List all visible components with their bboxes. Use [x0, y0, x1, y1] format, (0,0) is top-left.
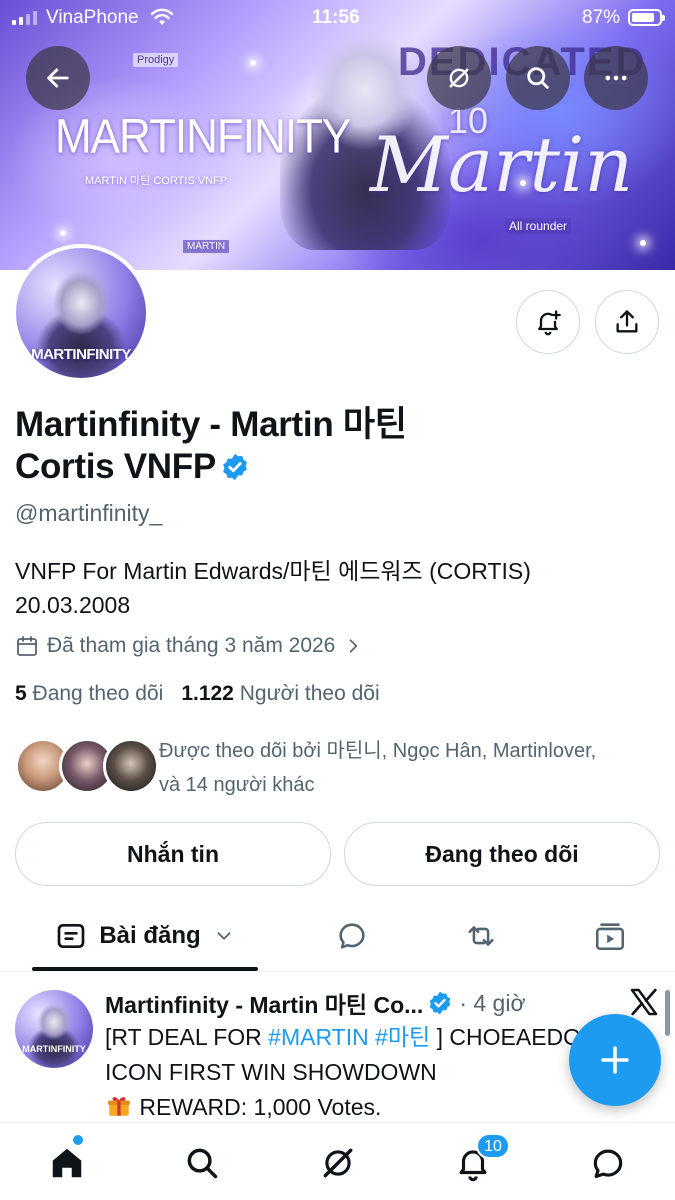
avatar-text: MARTINFINITY	[31, 346, 131, 363]
followed-by-text: Được theo dõi bởi 마틴니, Ngọc Hân, Martinl…	[159, 734, 669, 802]
following-label: Đang theo dõi	[32, 682, 164, 705]
follower-avatar	[103, 738, 159, 794]
search-icon	[527, 67, 549, 89]
share-button[interactable]	[595, 290, 659, 354]
bell-plus-icon	[538, 310, 561, 336]
home-icon	[52, 1148, 82, 1178]
hashtag-link[interactable]: #마틴	[375, 1024, 430, 1050]
posts-icon	[57, 924, 85, 948]
cellular-signal-icon	[12, 11, 37, 25]
tab-posts[interactable]: Bài đăng	[32, 900, 258, 972]
share-icon	[616, 310, 638, 333]
battery-percent: 87%	[582, 7, 621, 28]
tab-replies[interactable]	[330, 914, 374, 958]
joined-date[interactable]: Đã tham gia tháng 3 năm 2026	[15, 634, 363, 658]
chevron-right-icon	[350, 639, 358, 653]
followers-label: Người theo dõi	[239, 682, 380, 705]
notify-button[interactable]	[516, 290, 580, 354]
more-button[interactable]	[584, 46, 648, 110]
banner-title: MARTINFINITY	[55, 109, 351, 164]
battery-icon	[628, 9, 665, 26]
post-author[interactable]: Martinfinity - Martin 마틴 Co...	[105, 986, 423, 1020]
nav-grok[interactable]	[316, 1141, 360, 1185]
post-line3: REWARD: 1,000 Votes.	[105, 1090, 665, 1125]
grok-icon	[323, 1148, 353, 1178]
grok-icon	[449, 68, 469, 88]
followers-stat[interactable]: 1.122 Người theo dõi	[181, 682, 379, 706]
status-bar: VinaPhone 11:56 87%	[0, 0, 675, 36]
gift-icon	[108, 1097, 130, 1116]
message-button[interactable]: Nhắn tin	[15, 822, 331, 886]
profile-name-line2-text: Cortis VNFP	[15, 447, 216, 486]
profile-avatar[interactable]: MARTINFINITY	[12, 244, 150, 382]
notification-badge: 10	[476, 1133, 510, 1159]
profile-bio: VNFP For Martin Edwards/마틴 에드워즈 (CORTIS)…	[15, 554, 635, 622]
post-line1-prefix: [RT DEAL FOR	[105, 1024, 269, 1050]
active-tab-indicator	[32, 967, 258, 971]
bio-line1: VNFP For Martin Edwards/마틴 에드워즈 (CORTIS)	[15, 558, 531, 584]
hashtag-link[interactable]: #MARTIN	[268, 1024, 369, 1050]
profile-handle: @martinfinity_	[15, 500, 163, 526]
profile-name-line1: Martinfinity - Martin 마틴	[15, 405, 407, 444]
following-button[interactable]: Đang theo dõi	[344, 822, 660, 886]
profile-tabs: Bài đăng	[0, 900, 675, 972]
post-avatar[interactable]: MARTINFINITY	[15, 990, 93, 1068]
followed-by-line2: và 14 người khác	[159, 774, 315, 796]
followed-by[interactable]: Được theo dõi bởi 마틴니, Ngọc Hân, Martinl…	[15, 734, 665, 804]
post-line1-suffix: ] CHOEAEDOL	[430, 1024, 594, 1050]
sparkle	[250, 60, 256, 66]
post-header: Martinfinity - Martin 마틴 Co... · 4 giờ	[105, 986, 625, 1020]
profile-name-line2: Cortis VNFP	[15, 446, 495, 488]
compose-post-button[interactable]	[569, 1014, 661, 1106]
repost-icon	[468, 926, 494, 946]
media-icon	[595, 923, 625, 951]
nav-home[interactable]	[45, 1141, 89, 1185]
sparkle	[60, 230, 66, 236]
calendar-icon	[17, 636, 37, 656]
post-avatar-text: MARTINFINITY	[22, 1044, 86, 1054]
banner-script-text: Martin	[370, 120, 634, 209]
post-line3-text: REWARD: 1,000 Votes.	[139, 1094, 382, 1120]
sparkle	[640, 240, 646, 246]
plus-icon	[601, 1046, 629, 1074]
tab-reposts[interactable]	[459, 914, 503, 958]
search-icon	[187, 1148, 218, 1179]
profile-banner[interactable]: DEDICATED 10 Prodigy MARTINFINITY MARTIN…	[0, 0, 675, 270]
reply-bubble-icon	[339, 923, 365, 949]
x-logo-icon	[630, 988, 658, 1016]
chevron-down-icon	[217, 932, 231, 940]
wifi-icon	[150, 8, 174, 25]
carrier-name: VinaPhone	[46, 7, 139, 28]
banner-tag-prodigy: Prodigy	[133, 53, 179, 67]
following-count: 5	[15, 682, 27, 705]
verified-badge-icon[interactable]	[220, 452, 250, 482]
chat-bubble-icon	[593, 1149, 623, 1179]
banner-subtitle: MARTIN 마틴 CORTIS VNFP	[85, 175, 228, 187]
followed-by-line1: Được theo dõi bởi 마틴니, Ngọc Hân, Martinl…	[159, 740, 597, 762]
joined-text: Đã tham gia tháng 3 năm 2026	[47, 634, 336, 657]
followers-count: 1.122	[181, 682, 234, 705]
banner-tag-all-rounder: All rounder	[505, 218, 572, 234]
more-dots-icon	[605, 75, 627, 81]
clock: 11:56	[312, 7, 360, 28]
bio-line2: 20.03.2008	[15, 592, 131, 618]
search-button[interactable]	[506, 46, 570, 110]
verified-badge-icon	[430, 991, 451, 1015]
following-stat[interactable]: 5 Đang theo dõi	[15, 682, 163, 706]
follow-stats: 5 Đang theo dõi 1.122 Người theo dõi	[15, 682, 380, 706]
post-time: · 4 giờ	[459, 989, 526, 1016]
home-unread-dot	[73, 1135, 83, 1145]
bottom-navigation: 10	[0, 1122, 675, 1200]
profile-name: Martinfinity - Martin 마틴 Cortis VNFP	[15, 404, 495, 488]
scrollbar[interactable]	[665, 990, 670, 1036]
tab-media[interactable]	[588, 914, 632, 958]
banner-tag-martin: MARTIN	[183, 240, 230, 253]
arrow-left-icon	[47, 68, 69, 88]
back-button[interactable]	[26, 46, 90, 110]
grok-button[interactable]	[427, 46, 491, 110]
nav-search[interactable]	[180, 1141, 224, 1185]
nav-messages[interactable]	[586, 1141, 630, 1185]
tab-posts-label: Bài đăng	[99, 922, 201, 949]
